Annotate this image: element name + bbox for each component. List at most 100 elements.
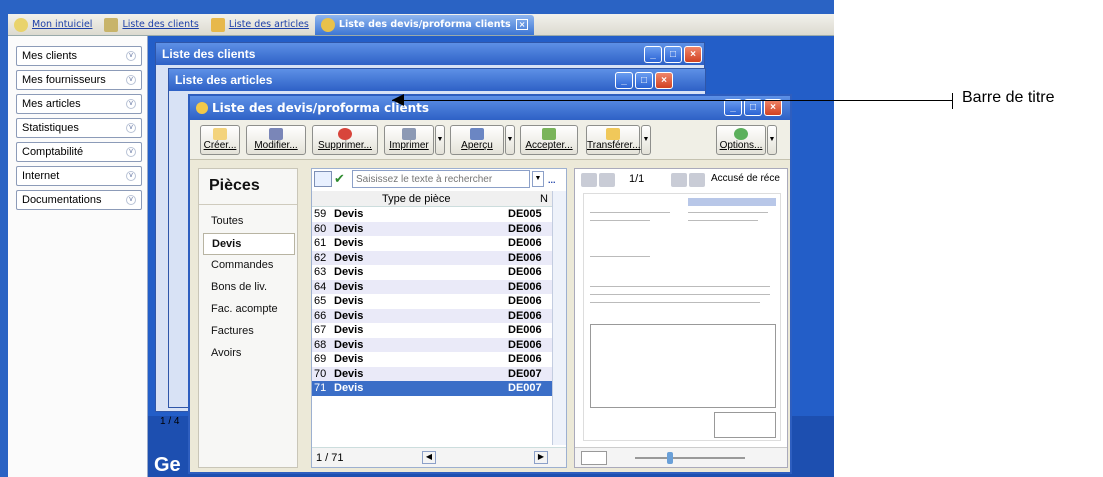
- close-button[interactable]: ×: [764, 99, 782, 116]
- sidebar-item-mes-articles[interactable]: Mes articles v: [16, 94, 142, 114]
- zoom-slider-thumb[interactable]: [667, 452, 673, 464]
- table-row[interactable]: 68 Devis DE006: [312, 337, 552, 352]
- minimize-button[interactable]: _: [724, 99, 742, 116]
- annotation-label: Barre de titre: [962, 89, 1055, 106]
- search-icon[interactable]: [314, 171, 332, 187]
- table-row[interactable]: 64 Devis DE006: [312, 279, 552, 294]
- table-row[interactable]: 65 Devis DE006: [312, 294, 552, 309]
- table-row[interactable]: 61 Devis DE006: [312, 236, 552, 251]
- modify-button[interactable]: Modifier...: [246, 125, 306, 155]
- close-button[interactable]: ×: [655, 72, 673, 89]
- zoom-slider[interactable]: [635, 457, 745, 459]
- annotation-line: [392, 100, 952, 101]
- maximize-button[interactable]: □: [635, 72, 653, 89]
- options-icon: [734, 128, 748, 140]
- table-row[interactable]: 60 Devis DE006: [312, 221, 552, 236]
- table-row[interactable]: 67 Devis DE006: [312, 323, 552, 338]
- next-page-button[interactable]: [671, 173, 687, 187]
- chevron-down-icon: v: [126, 123, 136, 133]
- search-dropdown[interactable]: ▼: [532, 171, 544, 187]
- table-row-selected[interactable]: 71 Devis DE007: [312, 381, 552, 396]
- column-header-type[interactable]: Type de pièce: [382, 193, 451, 205]
- column-header-number[interactable]: N: [540, 193, 548, 205]
- tab-liste-articles[interactable]: Liste des articles: [205, 15, 315, 35]
- document-header-block: [688, 198, 776, 206]
- sidebar-item-documentations[interactable]: Documentations v: [16, 190, 142, 210]
- preview-button[interactable]: Aperçu: [450, 125, 504, 155]
- table-row[interactable]: 66 Devis DE006: [312, 308, 552, 323]
- tab-liste-devis[interactable]: Liste des devis/proforma clients ×: [314, 14, 535, 35]
- sidebar-item-mes-clients[interactable]: Mes clients v: [16, 46, 142, 66]
- more-options-link[interactable]: ...: [548, 175, 564, 185]
- title-bar[interactable]: Liste des clients: [156, 43, 704, 65]
- document-preview: 1/1 Accusé de réce: [574, 168, 788, 468]
- last-page-button[interactable]: [689, 173, 705, 187]
- pieces-item-bons-de-liv[interactable]: Bons de liv.: [203, 277, 295, 299]
- annotation-bracket: [952, 93, 953, 109]
- table-row[interactable]: 63 Devis DE006: [312, 265, 552, 280]
- chevron-down-icon: v: [126, 147, 136, 157]
- scroll-right-button[interactable]: ▶: [534, 451, 548, 464]
- print-button[interactable]: Imprimer: [384, 125, 434, 155]
- table-row[interactable]: 59 Devis DE005: [312, 207, 552, 222]
- chevron-down-icon: v: [126, 195, 136, 205]
- chevron-down-icon: v: [126, 171, 136, 181]
- scroll-left-button[interactable]: ◀: [422, 451, 436, 464]
- accept-button[interactable]: Accepter...: [520, 125, 578, 155]
- table-row[interactable]: 62 Devis DE006: [312, 250, 552, 265]
- previous-page-button[interactable]: [599, 173, 615, 187]
- create-button[interactable]: Créer...: [200, 125, 240, 155]
- pieces-item-avoirs[interactable]: Avoirs: [203, 343, 295, 365]
- list-header: Type de pièce N: [312, 191, 552, 207]
- devis-list: ✔ ▼ ... Type de pièce N 59DevisDE005 60D…: [311, 168, 567, 468]
- pieces-item-factures[interactable]: Factures: [203, 321, 295, 343]
- preview-icon: [470, 128, 484, 140]
- table-row[interactable]: 70 Devis DE007: [312, 366, 552, 381]
- table-row[interactable]: 69 Devis DE006: [312, 352, 552, 367]
- delete-button[interactable]: Supprimer...: [312, 125, 378, 155]
- maximize-button[interactable]: □: [664, 46, 682, 63]
- tab-liste-clients[interactable]: Liste des clients: [98, 15, 204, 35]
- list-pager: 1 / 71: [316, 452, 344, 464]
- devis-icon: [320, 17, 335, 32]
- pieces-item-fac-acompte[interactable]: Fac. acompte: [203, 299, 295, 321]
- print-dropdown[interactable]: ▼: [435, 125, 445, 155]
- desktop-screenshot: Mon intuiciel Liste des clients Liste de…: [0, 0, 834, 477]
- sidebar-item-mes-fournisseurs[interactable]: Mes fournisseurs v: [16, 70, 142, 90]
- sidebar-item-statistiques[interactable]: Statistiques v: [16, 118, 142, 138]
- search-input[interactable]: [352, 170, 530, 188]
- options-button[interactable]: Options...: [716, 125, 766, 155]
- options-dropdown[interactable]: ▼: [767, 125, 777, 155]
- close-tab-icon[interactable]: ×: [515, 19, 529, 30]
- pieces-panel: Pièces Toutes Devis Commandes Bons de li…: [198, 168, 298, 468]
- chevron-down-icon: v: [126, 99, 136, 109]
- brand-text: Ge: [154, 454, 181, 476]
- tab-bar: Mon intuiciel Liste des clients Liste de…: [8, 14, 834, 36]
- pieces-item-toutes[interactable]: Toutes: [203, 211, 295, 233]
- first-page-button[interactable]: [581, 173, 597, 187]
- pieces-item-commandes[interactable]: Commandes: [203, 255, 295, 277]
- vertical-scrollbar[interactable]: [552, 191, 566, 445]
- preview-dropdown[interactable]: ▼: [505, 125, 515, 155]
- filter-icon[interactable]: ✔: [334, 171, 350, 187]
- list-pager: 1 / 4: [160, 416, 180, 427]
- pieces-item-devis[interactable]: Devis: [203, 233, 295, 255]
- page-indicator: 1/1: [629, 173, 645, 185]
- sidebar-item-comptabilite[interactable]: Comptabilité v: [16, 142, 142, 162]
- edit-icon: [269, 128, 283, 140]
- transfer-button[interactable]: Transférer...: [586, 125, 641, 155]
- maximize-button[interactable]: □: [744, 99, 762, 116]
- window-liste-devis: Liste des devis/proforma clients _ □ × C…: [188, 94, 792, 474]
- sidebar-item-internet[interactable]: Internet v: [16, 166, 142, 186]
- minimize-button[interactable]: _: [615, 72, 633, 89]
- document-page: [583, 193, 781, 441]
- minimize-button[interactable]: _: [644, 46, 662, 63]
- transfer-dropdown[interactable]: ▼: [641, 125, 651, 155]
- tab-mon-intuiciel[interactable]: Mon intuiciel: [8, 15, 98, 35]
- chevron-down-icon: v: [126, 51, 136, 61]
- close-button[interactable]: ×: [684, 46, 702, 63]
- zoom-icon[interactable]: [581, 451, 607, 465]
- document-table: [590, 324, 776, 408]
- printer-icon: [402, 128, 416, 140]
- preview-footer: [575, 447, 787, 467]
